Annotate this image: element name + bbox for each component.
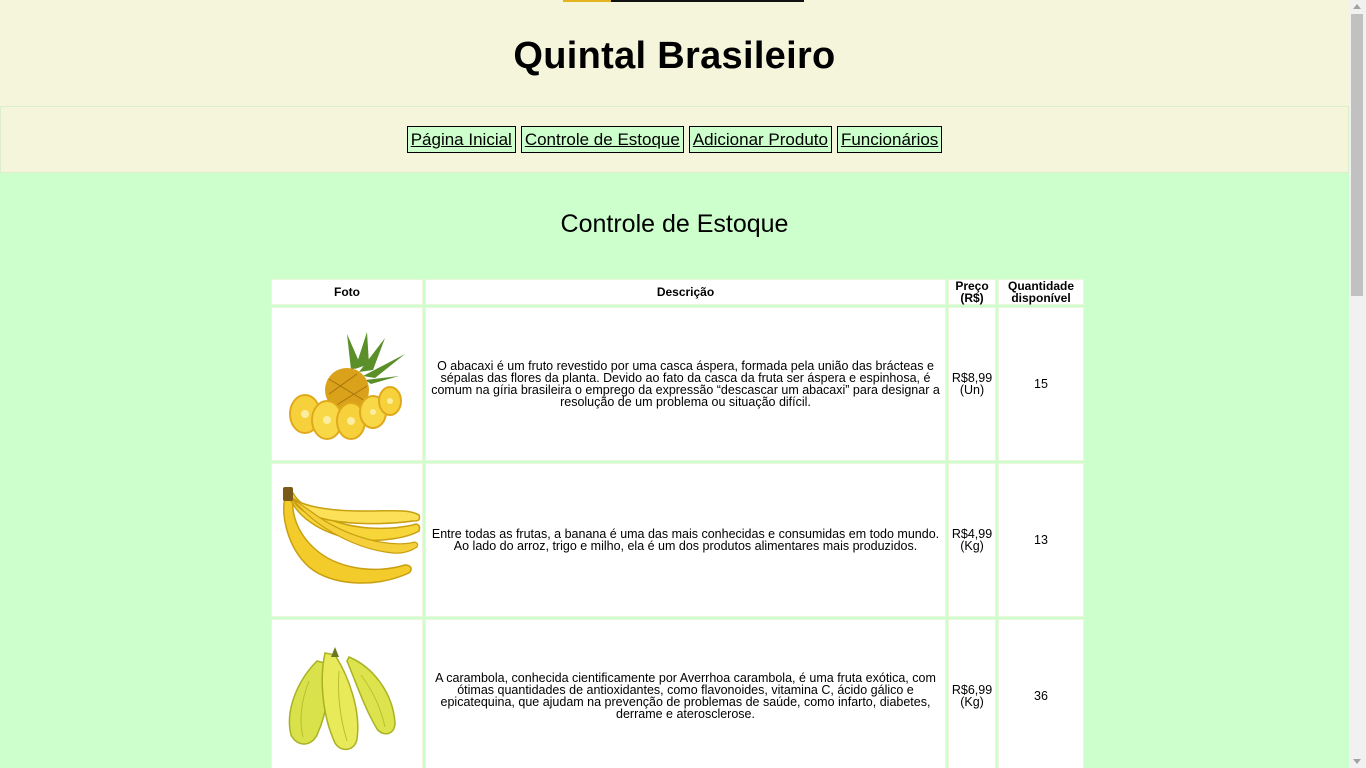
price-cell: R$6,99 (Kg): [948, 619, 996, 768]
photo-cell: [271, 619, 423, 768]
vertical-scrollbar[interactable]: [1349, 0, 1366, 768]
main-nav: Página Inicial Controle de Estoque Adici…: [0, 106, 1349, 173]
quantity-cell: 36: [998, 619, 1084, 768]
starfruit-image: [288, 647, 396, 751]
column-header-descricao: Descrição: [425, 279, 946, 305]
quantity-cell: 15: [998, 307, 1084, 461]
description-cell: O abacaxi é um fruto revestido por uma c…: [425, 307, 946, 461]
stock-table: Foto Descrição Preço (R$) Quantidade dis…: [269, 277, 1086, 768]
banana-image: [283, 487, 421, 584]
photo-cell: [271, 463, 423, 617]
scroll-down-arrow-icon[interactable]: [1353, 759, 1361, 764]
nav-link-adicionar-produto[interactable]: Adicionar Produto: [688, 126, 832, 153]
column-header-quantidade: Quantidade disponível: [998, 279, 1084, 305]
site-header: Quintal Brasileiro: [0, 0, 1349, 106]
quantity-cell: 13: [998, 463, 1084, 617]
page: Quintal Brasileiro Página Inicial Contro…: [0, 0, 1349, 768]
description-cell: Entre todas as frutas, a banana é uma da…: [425, 463, 946, 617]
scroll-up-arrow-icon[interactable]: [1353, 4, 1361, 9]
top-accent-bar: [563, 0, 804, 2]
pineapple-image: [289, 332, 405, 440]
table-header-row: Foto Descrição Preço (R$) Quantidade dis…: [271, 279, 1084, 305]
nav-link-controle-de-estoque[interactable]: Controle de Estoque: [520, 126, 684, 153]
scrollbar-thumb[interactable]: [1351, 14, 1363, 296]
nav-link-funcionarios[interactable]: Funcionários: [836, 126, 943, 153]
table-row: Entre todas as frutas, a banana é uma da…: [271, 463, 1084, 617]
column-header-preco: Preço (R$): [948, 279, 996, 305]
column-header-foto: Foto: [271, 279, 423, 305]
table-row: A carambola, conhecida cientificamente p…: [271, 619, 1084, 768]
page-title: Controle de Estoque: [560, 210, 789, 238]
nav-link-pagina-inicial[interactable]: Página Inicial: [406, 126, 516, 153]
description-cell: A carambola, conhecida cientificamente p…: [425, 619, 946, 768]
table-row: O abacaxi é um fruto revestido por uma c…: [271, 307, 1084, 461]
site-title: Quintal Brasileiro: [513, 35, 836, 77]
price-cell: R$8,99 (Un): [948, 307, 996, 461]
price-cell: R$4,99 (Kg): [948, 463, 996, 617]
photo-cell: [271, 307, 423, 461]
